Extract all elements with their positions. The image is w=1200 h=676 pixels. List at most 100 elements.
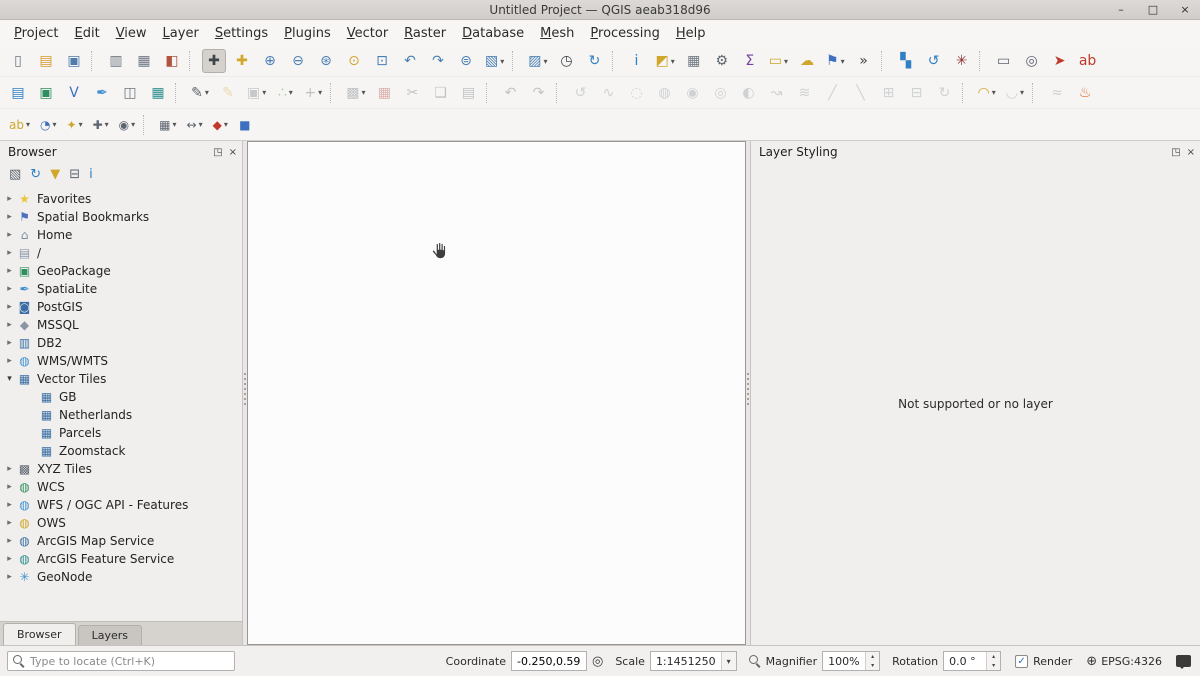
magnifier-spinbox[interactable]: 100% ▴ ▾ (822, 651, 880, 671)
zoom-to-selection-button[interactable]: ⊙ (342, 49, 366, 73)
float-styling-button[interactable]: ◳ (1171, 147, 1180, 158)
save-edits-button[interactable]: ▣▾ (244, 81, 269, 105)
flame-plugin-button[interactable]: ♨ (1073, 81, 1097, 105)
expand-arrow-icon[interactable]: ▾ (3, 374, 16, 384)
refresh-map-button[interactable]: ↻ (583, 49, 607, 73)
plugin-sync-button[interactable]: ↺ (922, 49, 946, 73)
show-hide-labels-button[interactable]: ◉▾ (116, 114, 139, 136)
circular-string-curve-button[interactable]: ◠▾ (975, 81, 999, 105)
browser-item-wms-wmts[interactable]: ▸◍WMS/WMTS (0, 352, 242, 370)
move-label-button[interactable]: ↔▾ (184, 114, 206, 136)
labeling-options-button[interactable]: ab▾ (6, 114, 33, 136)
redo-button[interactable]: ↷ (527, 81, 551, 105)
expand-arrow-icon[interactable]: ▸ (3, 230, 16, 240)
new-3d-map-view-button[interactable]: ▨▾ (525, 49, 550, 73)
project-open-button[interactable]: ▤ (34, 49, 58, 73)
new-shapefile-layer-button[interactable]: V (62, 81, 86, 105)
pan-map-button[interactable]: ✚ (202, 49, 226, 73)
menu-raster[interactable]: Raster (396, 23, 454, 44)
float-panel-button[interactable]: ◳ (213, 147, 222, 158)
measure-button[interactable]: ▭▾ (766, 49, 791, 73)
offset-curve-button[interactable]: ≋ (793, 81, 817, 105)
zoom-native-button[interactable]: ⊜ (454, 49, 478, 73)
spin-down-icon[interactable]: ▾ (987, 661, 1000, 670)
statistical-summary-button[interactable]: Σ (738, 49, 762, 73)
stream-digitizing-button[interactable]: ≈ (1045, 81, 1069, 105)
rotation-spinbox[interactable]: 0.0 ° ▴ ▾ (943, 651, 1001, 671)
delete-part-button[interactable]: ◐ (737, 81, 761, 105)
plugin-monitor-button[interactable]: ▭ (992, 49, 1016, 73)
menu-help[interactable]: Help (668, 23, 714, 44)
identify-features-button[interactable]: i (625, 49, 649, 73)
menu-edit[interactable]: Edit (67, 23, 108, 44)
expand-arrow-icon[interactable]: ▸ (3, 338, 16, 348)
refresh-browser-button[interactable]: ↻ (30, 168, 41, 181)
expand-arrow-icon[interactable]: ▸ (3, 212, 16, 222)
chevron-down-icon[interactable]: ▾ (721, 652, 736, 670)
close-button[interactable]: × (1178, 3, 1192, 16)
close-panel-button[interactable]: × (229, 147, 237, 158)
modify-attributes-button[interactable]: ▩▾ (343, 81, 368, 105)
browser-item-root-folder[interactable]: ▸▤/ (0, 244, 242, 262)
tab-browser[interactable]: Browser (3, 623, 76, 645)
browser-item-favorites[interactable]: ▸★Favorites (0, 190, 242, 208)
menu-mesh[interactable]: Mesh (532, 23, 582, 44)
collapse-all-button[interactable]: ⊟ (69, 168, 80, 181)
delete-ring-button[interactable]: ◎ (709, 81, 733, 105)
undo-button[interactable]: ↶ (499, 81, 523, 105)
browser-item-geonode[interactable]: ▸✳GeoNode (0, 568, 242, 586)
tab-layers[interactable]: Layers (78, 625, 142, 645)
zoom-next-button[interactable]: ↷ (426, 49, 450, 73)
browser-item-mssql[interactable]: ▸◆MSSQL (0, 316, 242, 334)
locate-input[interactable] (30, 655, 229, 668)
select-features-button[interactable]: ◩▾ (653, 49, 678, 73)
temporal-controller-button[interactable]: ◷ (555, 49, 579, 73)
menu-settings[interactable]: Settings (207, 23, 276, 44)
browser-item-wfs-ogc-api-features[interactable]: ▸◍WFS / OGC API - Features (0, 496, 242, 514)
plugin-cursor-button[interactable]: ➤ (1048, 49, 1072, 73)
pan-to-selection-button[interactable]: ✚ (230, 49, 254, 73)
split-parts-button[interactable]: ╲ (849, 81, 873, 105)
menu-project[interactable]: Project (6, 23, 67, 44)
circular-string-radius-button[interactable]: ◡▾ (1003, 81, 1027, 105)
expand-arrow-icon[interactable]: ▸ (3, 356, 16, 366)
rotate-feature-button[interactable]: ↺ (569, 81, 593, 105)
browser-item-ows[interactable]: ▸◍OWS (0, 514, 242, 532)
menu-view[interactable]: View (108, 23, 155, 44)
menu-vector[interactable]: Vector (339, 23, 396, 44)
merge-features-button[interactable]: ⊞ (877, 81, 901, 105)
spin-up-icon[interactable]: ▴ (987, 652, 1000, 661)
new-bookmark-button[interactable]: ⚑▾ (823, 49, 848, 73)
change-label-button[interactable]: ■ (235, 114, 255, 136)
cut-features-button[interactable]: ✂ (401, 81, 425, 105)
browser-item-netherlands[interactable]: ▦Netherlands (0, 406, 242, 424)
extents-toggle-button[interactable]: ◎ (592, 654, 603, 669)
titlebar[interactable]: Untitled Project — QGIS aeab318d96 – □ × (0, 0, 1200, 20)
map-tips-button[interactable]: ☁ (795, 49, 819, 73)
new-spatialite-layer-button[interactable]: ✒ (90, 81, 114, 105)
zoom-full-button[interactable]: ⊛ (314, 49, 338, 73)
split-features-button[interactable]: ╱ (821, 81, 845, 105)
expand-arrow-icon[interactable]: ▸ (3, 500, 16, 510)
map-theme-button[interactable]: ▦▾ (156, 114, 179, 136)
browser-item-arcgis-feature-service[interactable]: ▸◍ArcGIS Feature Service (0, 550, 242, 568)
expand-arrow-icon[interactable]: ▸ (3, 248, 16, 258)
plugin-bug-button[interactable]: ✳ (950, 49, 974, 73)
crs-button[interactable]: ⊕ EPSG:4326 (1086, 654, 1162, 669)
render-checkbox[interactable]: ✓ (1015, 655, 1028, 668)
expand-arrow-icon[interactable]: ▸ (3, 554, 16, 564)
project-new-button[interactable]: ▯ (6, 49, 30, 73)
expand-arrow-icon[interactable]: ▸ (3, 284, 16, 294)
data-source-manager-button[interactable]: ▤ (6, 81, 30, 105)
browser-item-db2[interactable]: ▸▥DB2 (0, 334, 242, 352)
zoom-in-button[interactable]: ⊕ (258, 49, 282, 73)
browser-item-home[interactable]: ▸⌂Home (0, 226, 242, 244)
simplify-feature-button[interactable]: ∿ (597, 81, 621, 105)
maximize-button[interactable]: □ (1146, 3, 1160, 16)
browser-item-zoomstack[interactable]: ▦Zoomstack (0, 442, 242, 460)
reshape-features-button[interactable]: ↝ (765, 81, 789, 105)
properties-widget-button[interactable]: i (89, 168, 93, 181)
splitter-right[interactable] (746, 141, 750, 645)
browser-item-vector-tiles[interactable]: ▾▦Vector Tiles (0, 370, 242, 388)
layout-manager-button[interactable]: ▦ (132, 49, 156, 73)
